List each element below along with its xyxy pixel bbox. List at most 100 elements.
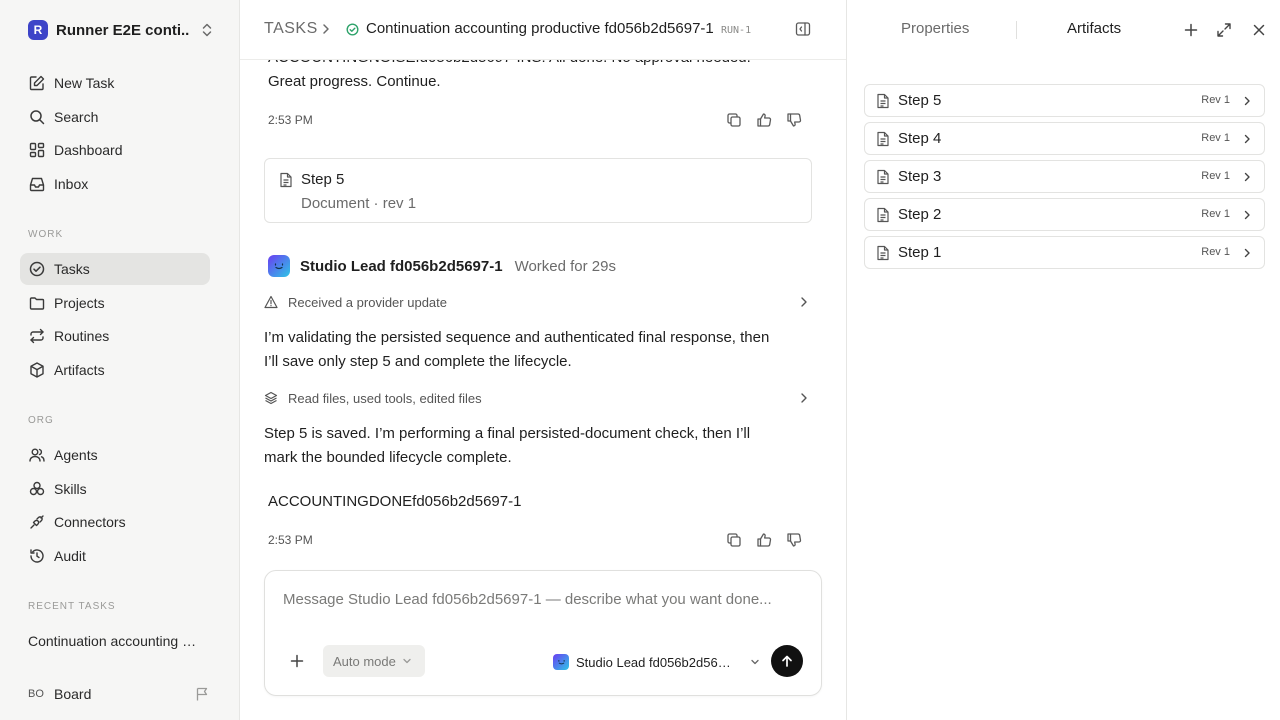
chevron-right-icon [1242, 133, 1252, 145]
sidebar-item-agents[interactable]: Agents [20, 439, 210, 471]
plus-icon[interactable] [289, 653, 305, 669]
page-title: Continuation accounting productive fd056… [366, 20, 714, 37]
agent-select[interactable]: Studio Lead fd056b2d5697-1 [553, 651, 760, 673]
breadcrumb-root[interactable]: TASKS [264, 20, 318, 38]
mode-select[interactable]: Auto mode [323, 645, 425, 677]
sidebar-item-label: New Task [54, 75, 115, 91]
workspace-switcher[interactable]: R Runner E2E conti... [28, 20, 214, 40]
message-composer: Auto mode Studio Lead fd056b2d5697-1 [264, 570, 822, 696]
sidebar-item-label: Connectors [54, 514, 126, 530]
chevron-right-icon [798, 295, 810, 309]
document-icon [876, 169, 890, 185]
artifact-revision: Rev 1 [1201, 246, 1230, 258]
artifact-list-item[interactable]: Step 3 Rev 1 [864, 160, 1265, 193]
recent-task-item[interactable]: Continuation accounting productive fd056… [28, 633, 200, 649]
message-input[interactable] [283, 591, 803, 608]
status-done-icon [346, 23, 359, 36]
check-circle-icon [28, 260, 46, 278]
close-icon[interactable] [1251, 22, 1267, 38]
workspace-name: Runner E2E conti... [56, 21, 190, 39]
artifact-list-item[interactable]: Step 5 Rev 1 [864, 84, 1265, 117]
artifact-list-item[interactable]: Step 1 Rev 1 [864, 236, 1265, 269]
sidebar-item-routines[interactable]: Routines [20, 320, 210, 352]
sidebar-item-label: Tasks [54, 261, 90, 277]
chevron-right-icon [1242, 209, 1252, 221]
layers-icon [264, 391, 278, 405]
workspace-logo: R [28, 20, 48, 40]
history-icon [28, 547, 46, 565]
sidebar-item-projects[interactable]: Projects [20, 287, 210, 319]
agent-name[interactable]: Studio Lead fd056b2d5697-1 [300, 258, 503, 275]
sidebar-toggle-icon[interactable] [795, 21, 811, 37]
artifact-name: Step 1 [898, 244, 942, 261]
sidebar-item-audit[interactable]: Audit [20, 540, 210, 572]
arrow-up-icon [780, 654, 794, 668]
sidebar-item-connectors[interactable]: Connectors [20, 506, 210, 538]
sidebar-item-tasks[interactable]: Tasks [20, 253, 210, 285]
thumbs-up-icon[interactable] [756, 532, 772, 548]
sidebar-item-label: Routines [54, 328, 110, 344]
agent-header: Studio Lead fd056b2d5697-1 Worked for 29… [268, 255, 616, 277]
sidebar-item-inbox[interactable]: Inbox [20, 168, 210, 200]
document-icon [876, 245, 890, 261]
thumbs-down-icon[interactable] [786, 532, 802, 548]
work-duration: Worked for 29s [514, 257, 616, 275]
board-switcher[interactable]: BO Board [28, 684, 214, 704]
document-icon [876, 93, 890, 109]
message-timestamp: 2:53 PM [268, 113, 313, 127]
cube-icon [28, 361, 46, 379]
details-panel: Properties Artifacts Step 5 Rev 1 Step 4… [846, 0, 1280, 720]
artifact-title: Step 5 [301, 171, 345, 188]
board-badge: BO [28, 688, 44, 700]
sidebar-item-search[interactable]: Search [20, 101, 210, 133]
skills-icon [28, 480, 46, 498]
sidebar-item-new-task[interactable]: New Task [20, 67, 210, 99]
new-task-icon [28, 74, 46, 92]
final-token: ACCOUNTINGDONEfd056b2d5697-1 [268, 493, 522, 510]
task-header: TASKS Continuation accounting productive… [240, 0, 846, 60]
document-icon [279, 172, 293, 188]
sidebar-item-label: Search [54, 109, 99, 125]
copy-icon[interactable] [726, 112, 742, 128]
plus-icon[interactable] [1183, 22, 1199, 38]
sidebar-item-label: Audit [54, 548, 86, 564]
artifact-list-item[interactable]: Step 4 Rev 1 [864, 122, 1265, 155]
task-thread: TASKS Continuation accounting productive… [240, 0, 846, 720]
tool-activity-row[interactable]: Read files, used tools, edited files [264, 388, 812, 408]
message-line: Step 5 is saved. I’m performing a final … [264, 425, 751, 442]
users-icon [28, 446, 46, 464]
thumbs-down-icon[interactable] [786, 112, 802, 128]
artifact-name: Step 5 [898, 92, 942, 109]
tab-properties[interactable]: Properties [901, 20, 969, 37]
send-button[interactable] [771, 645, 803, 677]
agent-select-label: Studio Lead fd056b2d5697-1 [576, 654, 736, 670]
section-label-org: ORG [28, 415, 54, 426]
flag-icon[interactable] [194, 686, 210, 702]
folder-icon [28, 294, 46, 312]
artifact-name: Step 4 [898, 130, 942, 147]
expand-icon[interactable] [1216, 22, 1232, 38]
message-line: Great progress. Continue. [268, 73, 441, 90]
copy-icon[interactable] [726, 532, 742, 548]
artifact-revision: Rev 1 [1201, 132, 1230, 144]
sidebar-item-artifacts[interactable]: Artifacts [20, 354, 210, 386]
sidebar-item-label: Dashboard [54, 142, 123, 158]
chevron-right-icon [320, 22, 332, 36]
sidebar-item-skills[interactable]: Skills [20, 473, 210, 505]
artifact-card[interactable]: Step 5 Document · rev 1 [264, 158, 812, 223]
artifact-name: Step 3 [898, 168, 942, 185]
sidebar-item-dashboard[interactable]: Dashboard [20, 134, 210, 166]
chevron-up-down-icon [200, 22, 214, 38]
chevron-right-icon [1242, 247, 1252, 259]
dashboard-icon [28, 141, 46, 159]
chevron-down-icon [750, 657, 760, 667]
artifact-list-item[interactable]: Step 2 Rev 1 [864, 198, 1265, 231]
run-id-badge: RUN-1 [721, 25, 752, 36]
tab-artifacts[interactable]: Artifacts [1067, 20, 1121, 37]
artifact-revision: Rev 1 [1201, 208, 1230, 220]
agent-avatar [268, 255, 290, 277]
tool-activity-label: Read files, used tools, edited files [288, 390, 482, 406]
provider-update-row[interactable]: Received a provider update [264, 292, 812, 312]
thumbs-up-icon[interactable] [756, 112, 772, 128]
chevron-right-icon [1242, 171, 1252, 183]
